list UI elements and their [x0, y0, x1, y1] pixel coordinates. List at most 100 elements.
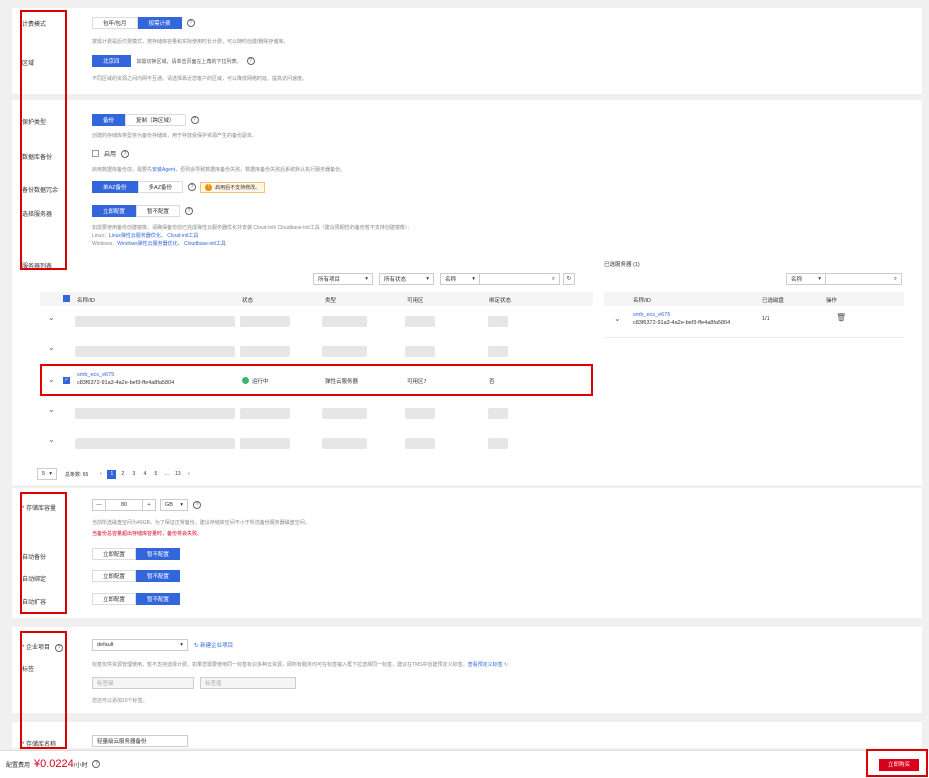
- highlight-box: [20, 631, 67, 749]
- page-size-select[interactable]: 5 ▾: [37, 468, 57, 480]
- server-hint: 如需要使用备份创建镜像，请确保备份前已完成弹性云服务器优化并安装 Cloud-I…: [92, 225, 413, 231]
- chevron-down-icon[interactable]: ⌄: [48, 313, 55, 322]
- billing-hint: 按需计费是后付费模式，按存储库容量和实际使用时长计费，可以随时创建/删除存储库。: [92, 39, 289, 45]
- col-az: 可用区: [407, 298, 424, 304]
- total-count: 总条数: 65: [65, 471, 89, 478]
- help-icon[interactable]: ?: [186, 19, 195, 27]
- chevron-down-icon[interactable]: ⌄: [48, 435, 55, 444]
- protect-hint: 创建的存储库类型将为备份存储库，用于存放受保护资源产生的备份副本。: [92, 133, 258, 139]
- tags-count: 您还可以添加10个标签。: [92, 698, 148, 704]
- selected-col-disks: 已选磁盘: [762, 298, 785, 304]
- unit-select[interactable]: GB ▾: [160, 499, 188, 511]
- selected-disks: 1/1: [762, 316, 770, 322]
- dbbackup-hint-pre: 启用数据库备份前，需要先: [92, 167, 153, 173]
- predefined-tags-link[interactable]: 查看预定义标签: [468, 662, 503, 668]
- protect-backup-button[interactable]: 备份: [92, 114, 126, 126]
- chevron-down-icon[interactable]: ⌄: [48, 405, 55, 414]
- tag-key-input[interactable]: 标签键: [92, 677, 194, 689]
- linux-pre: Linux：: [92, 233, 109, 239]
- autobackup-later-button[interactable]: 暂不配置: [136, 548, 181, 560]
- page-2[interactable]: 2: [118, 470, 127, 479]
- capacity-input[interactable]: 80: [106, 499, 142, 511]
- dbbackup-hint-post: ，否则会导致数据库备份失败。数据库备份失败后系统默认执行服务器备份。: [175, 167, 346, 173]
- help-icon[interactable]: ?: [121, 149, 130, 158]
- enterprise-select[interactable]: default ▾: [92, 639, 188, 651]
- server-now-button[interactable]: 立即配置: [92, 205, 137, 217]
- highlight-box: [40, 364, 593, 396]
- search-icon[interactable]: ⌕: [894, 276, 897, 283]
- chevron-down-icon[interactable]: ⌄: [48, 343, 55, 352]
- autobind-later-button[interactable]: 暂不配置: [136, 570, 181, 582]
- protect-replicate-button[interactable]: 复制（跨区域）: [125, 114, 186, 126]
- col-status: 状态: [242, 298, 254, 304]
- highlight-box: [20, 492, 67, 614]
- selected-search-input[interactable]: ⌕: [826, 273, 902, 285]
- help-icon[interactable]: ?: [188, 183, 197, 191]
- search-icon[interactable]: ⌕: [552, 276, 555, 283]
- selected-server-name[interactable]: smb_ecs_e675: [633, 312, 670, 318]
- help-icon[interactable]: ?: [92, 760, 101, 768]
- capacity-warn: 当备份总容量超出存储库容量时，备份将会失败。: [92, 531, 203, 537]
- page-1[interactable]: 1: [107, 469, 117, 479]
- region-note: 如需切换区域，请单击页面左上角的下拉列表。: [136, 58, 242, 65]
- search-input[interactable]: ⌕: [480, 273, 560, 285]
- single-az-button[interactable]: 单AZ备份: [92, 181, 138, 193]
- windows-pre: Windows：: [92, 241, 118, 247]
- autoexpand-later-button[interactable]: 暂不配置: [136, 593, 181, 605]
- page-ellipsis: ...: [164, 470, 169, 477]
- page-13[interactable]: 13: [173, 470, 182, 479]
- multi-az-button[interactable]: 多AZ备份: [137, 181, 184, 193]
- col-name: 名称/ID: [77, 298, 96, 304]
- footer-bar: [0, 750, 929, 778]
- selected-col-name: 名称/ID: [633, 298, 652, 304]
- linux-optimize-link[interactable]: Linux弹性云服务器优化、 Cloud-init工具: [109, 233, 198, 239]
- autobackup-now-button[interactable]: 立即配置: [92, 548, 137, 560]
- page-4[interactable]: 4: [140, 470, 149, 479]
- tags-hint: 标签仅供资源管理使用，暂不支持选择计费。如果您需要使用同一标签标识多种云资源，即…: [92, 662, 468, 668]
- increase-button[interactable]: +: [142, 499, 156, 511]
- col-bound: 绑定状态: [489, 298, 512, 304]
- dbbackup-checkbox[interactable]: [92, 150, 99, 157]
- install-agent-link[interactable]: 安装Agent: [152, 167, 175, 173]
- highlight-box: [866, 749, 928, 777]
- autoexpand-now-button[interactable]: 立即配置: [92, 593, 137, 605]
- selected-name-filter[interactable]: 名称 ▾: [786, 273, 826, 285]
- help-icon[interactable]: ?: [246, 57, 255, 65]
- fee-label: 配置费用: [6, 762, 31, 769]
- prev-page-icon[interactable]: ‹: [96, 470, 105, 479]
- page-3[interactable]: 3: [129, 470, 138, 479]
- next-page-icon[interactable]: ›: [184, 470, 193, 479]
- highlight-box: [20, 10, 67, 270]
- selected-col-action: 操作: [826, 298, 838, 304]
- fee-unit: /小时: [73, 762, 88, 769]
- refresh-icon[interactable]: ↻: [563, 273, 575, 285]
- decrease-button[interactable]: —: [92, 499, 106, 511]
- region-button[interactable]: 北京四: [92, 55, 131, 67]
- name-input[interactable]: 轻量级云服务器备份: [92, 735, 188, 747]
- status-filter[interactable]: 所有状态 ▾: [379, 273, 434, 285]
- selected-title: 已选服务器 (1): [604, 262, 640, 268]
- col-type: 类型: [325, 298, 337, 304]
- server-later-button[interactable]: 暂不配置: [136, 205, 181, 217]
- warning-icon: !: [205, 183, 213, 191]
- capacity-hint: 当前所选磁盘空间为40GB。为了保证正常备份，建议存储库空间不小于所选备份服务器…: [92, 520, 310, 526]
- redundancy-warn: 启用后不支持修改。: [215, 184, 261, 191]
- help-icon[interactable]: ?: [193, 501, 201, 509]
- project-filter[interactable]: 所有项目 ▾: [313, 273, 373, 285]
- new-enterprise-link[interactable]: ↻ 新建企业项目: [194, 641, 233, 649]
- tag-value-input[interactable]: 标签值: [200, 677, 296, 689]
- windows-optimize-link[interactable]: Windows弹性云服务器优化、 Cloudbase-init工具: [117, 241, 226, 247]
- billing-ondemand-button[interactable]: 按需计费: [137, 17, 182, 29]
- refresh-icon[interactable]: ↻: [504, 662, 508, 668]
- name-filter[interactable]: 名称 ▾: [440, 273, 480, 285]
- page-5[interactable]: 5: [151, 470, 160, 479]
- billing-yearly-button[interactable]: 包年/包月: [92, 17, 138, 29]
- chevron-down-icon[interactable]: ⌄: [614, 314, 621, 323]
- delete-icon[interactable]: 🗑: [836, 313, 846, 322]
- dbbackup-check-label: 启用: [104, 152, 117, 158]
- fee-value: ¥0.0224: [34, 758, 74, 770]
- select-all-checkbox[interactable]: [63, 295, 70, 302]
- autobind-now-button[interactable]: 立即配置: [92, 570, 137, 582]
- help-icon[interactable]: ?: [185, 207, 194, 215]
- help-icon[interactable]: ?: [190, 116, 199, 124]
